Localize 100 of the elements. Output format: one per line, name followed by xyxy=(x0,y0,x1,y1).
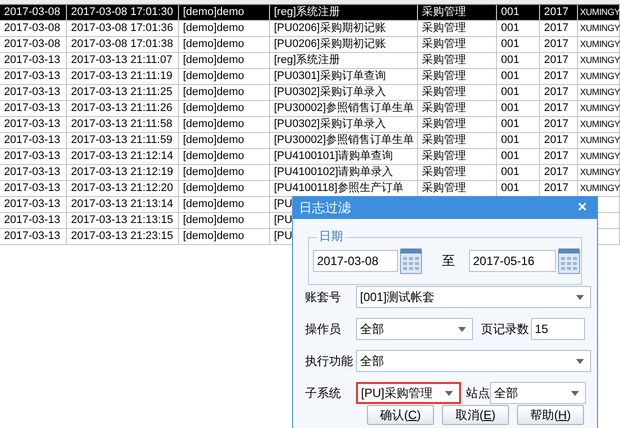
table-cell-text: 2017-03-13 xyxy=(3,53,60,68)
table-cell-text: [reg]系统注册 xyxy=(273,53,340,68)
table-cell-text: [PU4100101]请购单查询 xyxy=(273,149,394,164)
table-cell-text: 2017-03-13 xyxy=(3,85,60,100)
table-cell-text: XUMINGY xyxy=(579,150,620,163)
table-cell-text: [PU4100102]请购单录入 xyxy=(273,165,394,180)
table-cell-text: 采购管理 xyxy=(421,69,466,84)
table-cell-text: 001 xyxy=(500,133,520,148)
field-label: 操作员 xyxy=(305,321,342,338)
table-cell-text: [demo]demo xyxy=(182,21,244,36)
table-cell-text: 001 xyxy=(500,21,520,36)
table-cell-text: 2017-03-13 xyxy=(3,213,60,228)
table-cell-text: XUMINGY xyxy=(579,102,620,115)
table-cell-text: [reg]系统注册 xyxy=(273,5,340,20)
field-label: 执行功能 xyxy=(305,353,354,370)
table-cell-text: 采购管理 xyxy=(421,101,466,116)
table-cell-text: 2017-03-13 xyxy=(3,165,60,180)
table-cell-text: [PU0206]采购期初记账 xyxy=(273,21,386,36)
table-cell-text: 2017 xyxy=(543,181,568,196)
table-cell-text: 2017-03-13 21:13:14 xyxy=(70,197,174,212)
table-cell-text: 2017 xyxy=(543,133,568,148)
table-cell-text: 采购管理 xyxy=(421,37,466,52)
table-cell-text: [demo]demo xyxy=(182,165,244,180)
field-label: 账套号 xyxy=(305,289,342,306)
table-cell-text: [PU0206]采购期初记账 xyxy=(273,37,386,52)
table-cell-text: [demo]demo xyxy=(182,197,244,212)
table-cell-text: XUMINGY xyxy=(579,182,620,195)
table-cell-text: 2017-03-08 17:01:36 xyxy=(70,21,174,36)
table-cell-text: 2017 xyxy=(543,149,568,164)
table-cell-text: [PU0302]采购订单录入 xyxy=(273,117,386,132)
table-cell-text: 2017-03-13 21:11:25 xyxy=(70,85,172,100)
table-cell-text: 采购管理 xyxy=(421,21,466,36)
table-cell-text: [PU xyxy=(273,213,292,228)
table-cell-text: [demo]demo xyxy=(182,149,244,164)
window-title: 日志过滤 xyxy=(299,199,351,218)
table-cell-text: [demo]demo xyxy=(182,117,244,132)
table-cell-text: [demo]demo xyxy=(182,37,244,52)
table-cell-text: 001 xyxy=(500,117,520,132)
field-label: 站点 xyxy=(466,385,490,402)
table-cell-text: 2017 xyxy=(543,117,568,132)
table-cell-text: 001 xyxy=(500,37,520,52)
table-cell-text: XUMINGY xyxy=(579,22,620,35)
field-label: 子系统 xyxy=(305,385,342,402)
table-cell-text: 采购管理 xyxy=(421,181,466,196)
table-cell-text: [demo]demo xyxy=(182,69,244,84)
table-cell-text: 2017-03-13 xyxy=(3,181,60,196)
table-cell-text: 2017-03-13 21:12:20 xyxy=(70,181,174,196)
table-cell-text: 2017-03-13 xyxy=(3,197,60,212)
table-cell-text: 2017-03-08 17:01:30 xyxy=(70,5,174,20)
table-cell-text: 001 xyxy=(500,5,520,20)
table-cell-text: [demo]demo xyxy=(182,5,244,20)
table-cell-text: XUMINGY xyxy=(579,166,620,179)
table-cell-text: [demo]demo xyxy=(182,53,244,68)
table-cell-text: 2017 xyxy=(543,53,568,68)
table-cell-text: 2017 xyxy=(543,165,568,180)
table-cell-text: 001 xyxy=(500,69,520,84)
table-cell-text: XUMINGY xyxy=(579,134,620,147)
table-cell-text: [PU30002]参照销售订单生单 xyxy=(273,101,414,116)
table-cell-text: 2017-03-13 21:11:59 xyxy=(70,133,172,148)
table-cell-text: 001 xyxy=(500,181,520,196)
table-cell-text: [PU30002]参照销售订单生单 xyxy=(273,133,414,148)
table-cell-text: 001 xyxy=(500,101,520,116)
table-cell-text: 采购管理 xyxy=(421,149,466,164)
table-cell-text: 2017-03-13 21:23:15 xyxy=(70,229,174,244)
table-cell-text: 2017-03-13 21:13:15 xyxy=(70,213,174,228)
table-cell-text: 2017-03-13 21:11:07 xyxy=(70,53,172,68)
table-cell-text: 2017 xyxy=(543,85,568,100)
table-cell-text: [demo]demo xyxy=(182,181,244,196)
table-cell-text: 001 xyxy=(500,149,520,164)
table-cell-text: 2017-03-13 21:11:26 xyxy=(70,101,172,116)
table-cell-text: XUMINGY xyxy=(579,118,620,131)
table-cell-text: [demo]demo xyxy=(182,133,244,148)
table-cell-text: 2017-03-13 xyxy=(3,117,60,132)
table-cell-text: 2017 xyxy=(543,69,568,84)
table-cell-text: XUMINGY xyxy=(579,38,620,51)
table-cell-text: [demo]demo xyxy=(182,85,244,100)
table-cell-text: 001 xyxy=(500,85,520,100)
table-cell-text: 2017-03-08 xyxy=(3,5,60,20)
table-cell-text: [demo]demo xyxy=(182,101,244,116)
table-cell-text: 001 xyxy=(500,165,520,180)
table-cell-text: [demo]demo xyxy=(182,213,244,228)
table-cell-text: [PU0301]采购订单查询 xyxy=(273,69,386,84)
table-cell-text: 采购管理 xyxy=(421,5,466,20)
table-cell-text: 2017-03-13 xyxy=(3,229,60,244)
table-cell-text: 采购管理 xyxy=(421,53,466,68)
table-cell-text: [demo]demo xyxy=(182,229,244,244)
group-legend: 日期 xyxy=(317,229,345,243)
table-cell-text: 2017 xyxy=(543,101,568,116)
table-cell-text: 2017-03-08 xyxy=(3,37,60,52)
table-cell-text: 2017-03-08 17:01:38 xyxy=(70,37,174,52)
table-cell-text: 2017-03-13 xyxy=(3,149,60,164)
table-cell-text: 2017-03-13 21:11:58 xyxy=(70,117,172,132)
table-cell-text: [PU xyxy=(273,229,292,244)
range-separator: 至 xyxy=(442,252,455,270)
table-cell-text: 采购管理 xyxy=(421,133,466,148)
table-cell-text: 采购管理 xyxy=(421,85,466,100)
table-cell-text: 2017-03-13 xyxy=(3,69,60,84)
table-cell-text: XUMINGY xyxy=(579,54,620,67)
table-cell-text: 2017 xyxy=(543,37,568,52)
table-cell-text: 001 xyxy=(500,53,520,68)
